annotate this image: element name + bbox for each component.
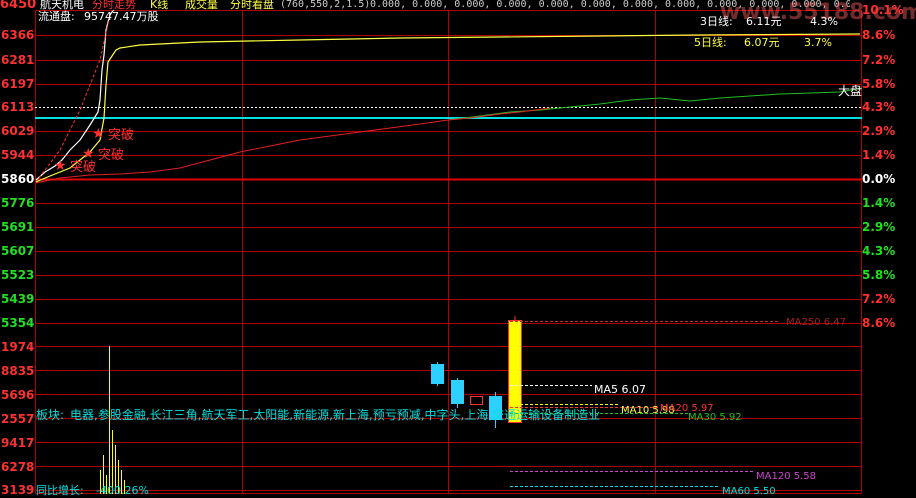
star-icon: ★ xyxy=(54,158,67,174)
growth-value: -400.26% xyxy=(96,484,149,497)
star-icon: ★ xyxy=(92,126,105,142)
price-tick: 6366 xyxy=(1,28,35,42)
float-shares-value: 95747.47万股 xyxy=(84,10,159,23)
pct-tick: 7.2% xyxy=(862,53,896,67)
ma250-label: MA250 6.47 xyxy=(786,317,846,328)
price-tick: 5944 xyxy=(1,148,35,162)
line5-value: 6.07元 xyxy=(744,36,780,49)
growth-label: 同比增长: xyxy=(36,484,84,497)
pct-tick: 4.3% xyxy=(862,100,896,114)
pct-tick: 4.3% xyxy=(862,244,896,258)
tab-volume[interactable]: 成交量 xyxy=(185,0,218,11)
pct-tick: 2.9% xyxy=(862,220,896,234)
price-tick: 6113 xyxy=(1,100,35,114)
breakthrough-label-3: 突破 xyxy=(70,160,97,175)
pct-tick: 5.8% xyxy=(862,77,896,91)
pct-tick: 8.6% xyxy=(862,28,896,42)
line3-value: 6.11元 xyxy=(746,15,782,28)
pct-tick: 1.4% xyxy=(862,196,896,210)
price-tick: 5439 xyxy=(1,292,35,306)
ma120-label: MA120 5.58 xyxy=(756,471,816,482)
pct-tick: 7.2% xyxy=(862,292,896,306)
line5-label: 5日线: xyxy=(694,36,727,49)
market-label: 大盘 xyxy=(838,84,863,98)
breakthrough-label-1: 突破 xyxy=(108,128,135,143)
volume-tick: 3139 xyxy=(1,483,35,497)
line3-label: 3日线: xyxy=(700,15,733,28)
float-shares-label: 流通盘: xyxy=(38,10,75,23)
volume-tick: 1974 xyxy=(1,340,35,354)
price-tick: 5776 xyxy=(1,196,35,210)
volume-tick: 9417 xyxy=(1,436,35,450)
sector-list: 电器,参股金融,长江三角,航天军工,太阳能,新能源,新上海,预亏预减,中字头,上… xyxy=(70,408,601,422)
ma30-label: MA30 5.92 xyxy=(688,412,742,423)
price-tick: 6029 xyxy=(1,124,35,138)
pct-tick: 10.1% xyxy=(862,3,904,17)
price-label-top: 6450 xyxy=(0,0,37,12)
price-tick: 6197 xyxy=(1,77,35,91)
ma5-label: MA5 6.07 xyxy=(594,383,647,396)
pct-tick: 0.0% xyxy=(862,172,896,186)
price-tick: 5523 xyxy=(1,268,35,282)
pct-tick: 1.4% xyxy=(862,148,896,162)
sector-label: 板块: xyxy=(36,408,65,422)
tab-tick[interactable]: 分时看盘 xyxy=(230,0,274,11)
price-tick: 5860 xyxy=(1,172,35,186)
price-tick: 5354 xyxy=(1,316,35,330)
price-tick: 5691 xyxy=(1,220,35,234)
breakthrough-label-2: 突破 xyxy=(98,148,125,163)
price-tick: 6281 xyxy=(1,53,35,67)
volume-tick: 5696 xyxy=(1,388,35,402)
line5-pct: 3.7% xyxy=(804,36,832,49)
pct-tick: 8.6% xyxy=(862,316,896,330)
volume-tick: 6278 xyxy=(1,460,35,474)
params-text: (760,550,2,1.5) xyxy=(280,0,371,10)
ma60-label: MA60 5.50 xyxy=(722,486,776,497)
line3-pct: 4.3% xyxy=(810,15,838,28)
volume-tick: 8835 xyxy=(1,364,35,378)
price-tick: 5607 xyxy=(1,244,35,258)
pct-tick: 5.8% xyxy=(862,268,896,282)
volume-tick: 2557 xyxy=(1,412,35,426)
pct-tick: 2.9% xyxy=(862,124,896,138)
